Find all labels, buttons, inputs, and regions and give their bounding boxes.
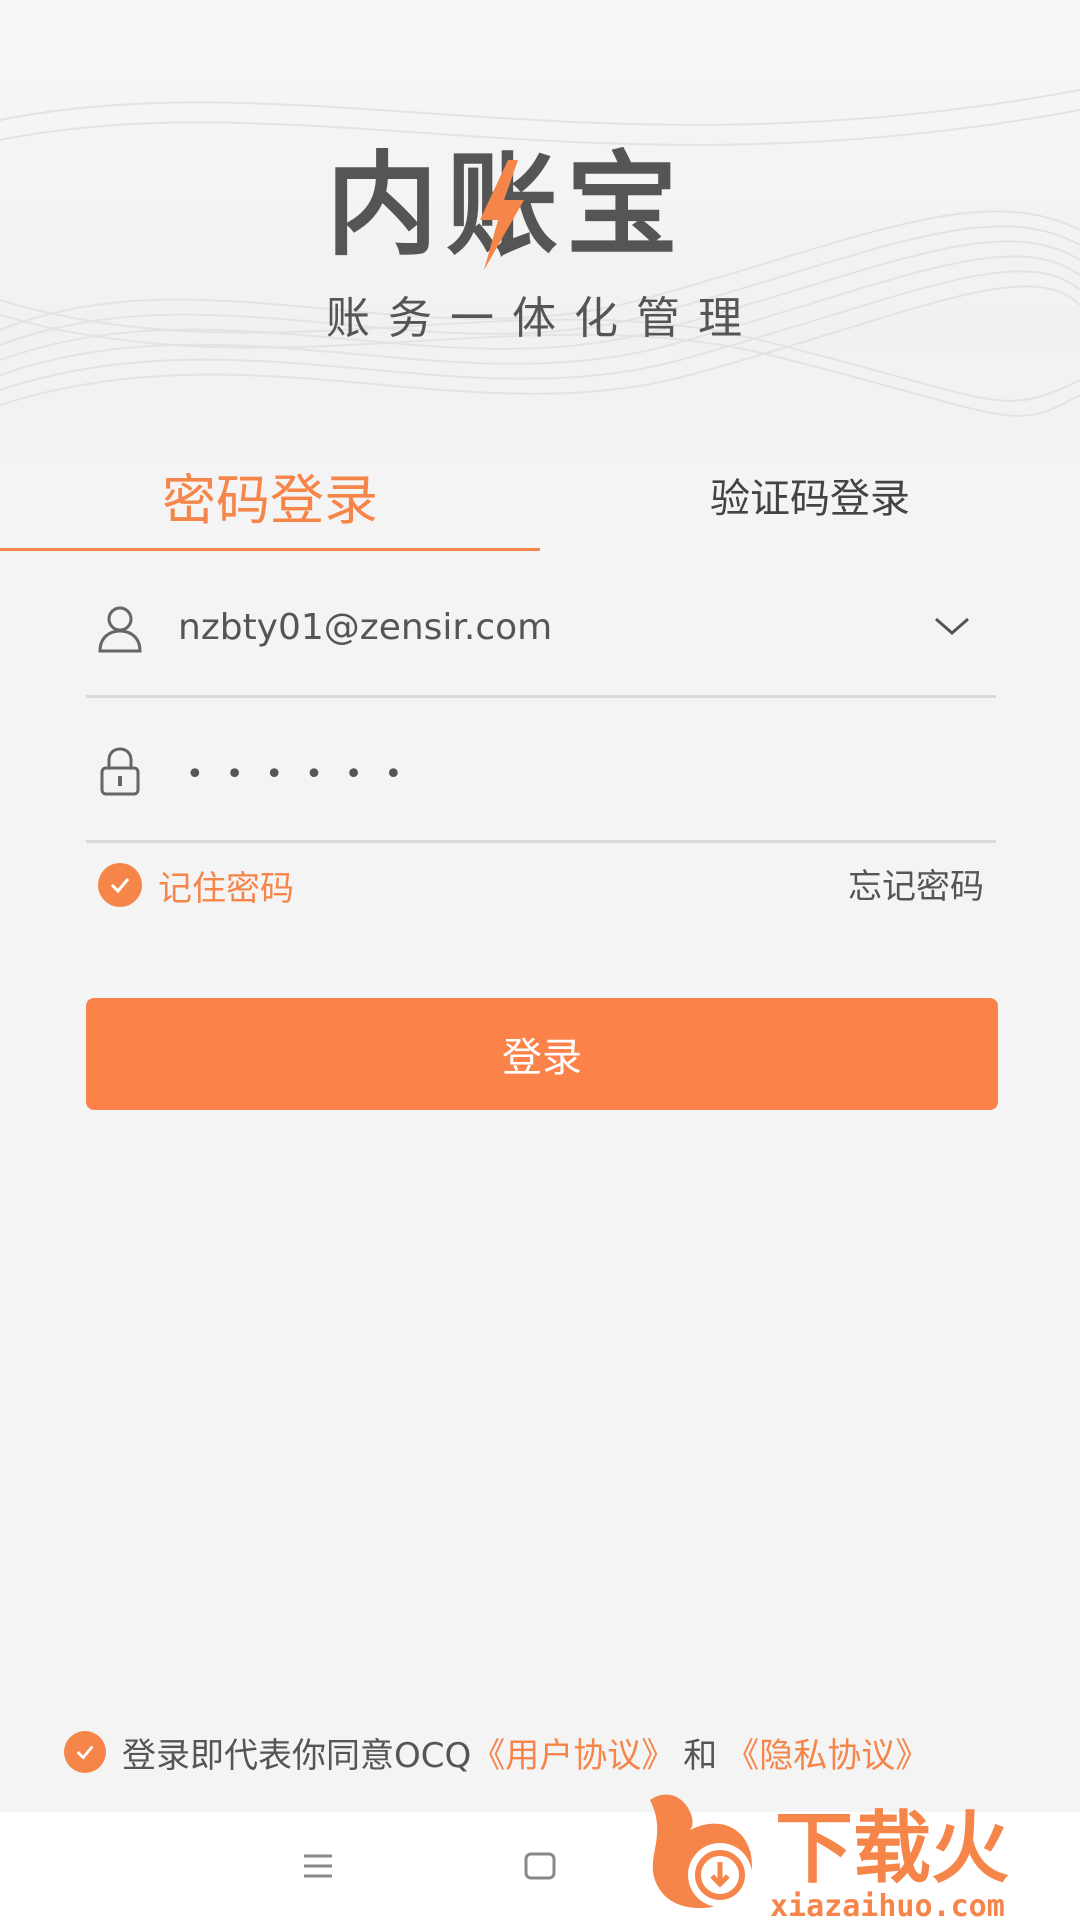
agreement-row: 登录即代表你同意OCQ 《用户协议》 和 《隐私协议》 bbox=[64, 1722, 929, 1782]
lightning-logo-icon bbox=[480, 160, 524, 270]
tab-code-login[interactable]: 验证码登录 bbox=[540, 440, 1080, 550]
menu-icon[interactable] bbox=[298, 1846, 338, 1886]
tab-code-label: 验证码登录 bbox=[710, 476, 910, 522]
remember-password-label: 记住密码 bbox=[158, 868, 294, 909]
remember-password-toggle[interactable]: 记住密码 bbox=[98, 860, 294, 910]
forgot-password-link[interactable]: 忘记密码 bbox=[848, 862, 984, 912]
username-row: nzbty01@zensir.com bbox=[86, 555, 996, 698]
check-icon bbox=[98, 863, 142, 907]
password-row: •••••• bbox=[86, 700, 996, 843]
watermark-text: 下载火 bbox=[775, 1804, 1009, 1894]
login-tabs: 密码登录 验证码登录 bbox=[0, 440, 1080, 552]
home-square-icon[interactable] bbox=[520, 1846, 560, 1886]
active-tab-indicator bbox=[0, 548, 540, 551]
tab-password-login[interactable]: 密码登录 bbox=[0, 440, 540, 550]
watermark-logo: 下载火 xiazaihuo.com bbox=[650, 1794, 1009, 1920]
agreement-check-icon[interactable] bbox=[64, 1731, 106, 1773]
agreement-and: 和 bbox=[683, 1735, 718, 1776]
login-button[interactable]: 登录 bbox=[86, 998, 998, 1110]
agreement-prefix: 登录即代表你同意OCQ bbox=[122, 1735, 472, 1776]
chevron-down-icon[interactable] bbox=[932, 607, 972, 647]
brand-tagline: 账务一体化管理 bbox=[326, 293, 760, 344]
password-input[interactable]: •••••• bbox=[186, 740, 424, 810]
privacy-policy-link[interactable]: 《隐私协议》 bbox=[725, 1728, 929, 1777]
watermark-url: xiazaihuo.com bbox=[770, 1889, 1005, 1920]
lock-icon bbox=[100, 747, 140, 796]
user-agreement-link[interactable]: 《用户协议》 bbox=[471, 1728, 675, 1777]
tab-password-label: 密码登录 bbox=[162, 468, 378, 532]
username-input[interactable]: nzbty01@zensir.com bbox=[178, 593, 552, 663]
user-icon bbox=[98, 606, 142, 653]
